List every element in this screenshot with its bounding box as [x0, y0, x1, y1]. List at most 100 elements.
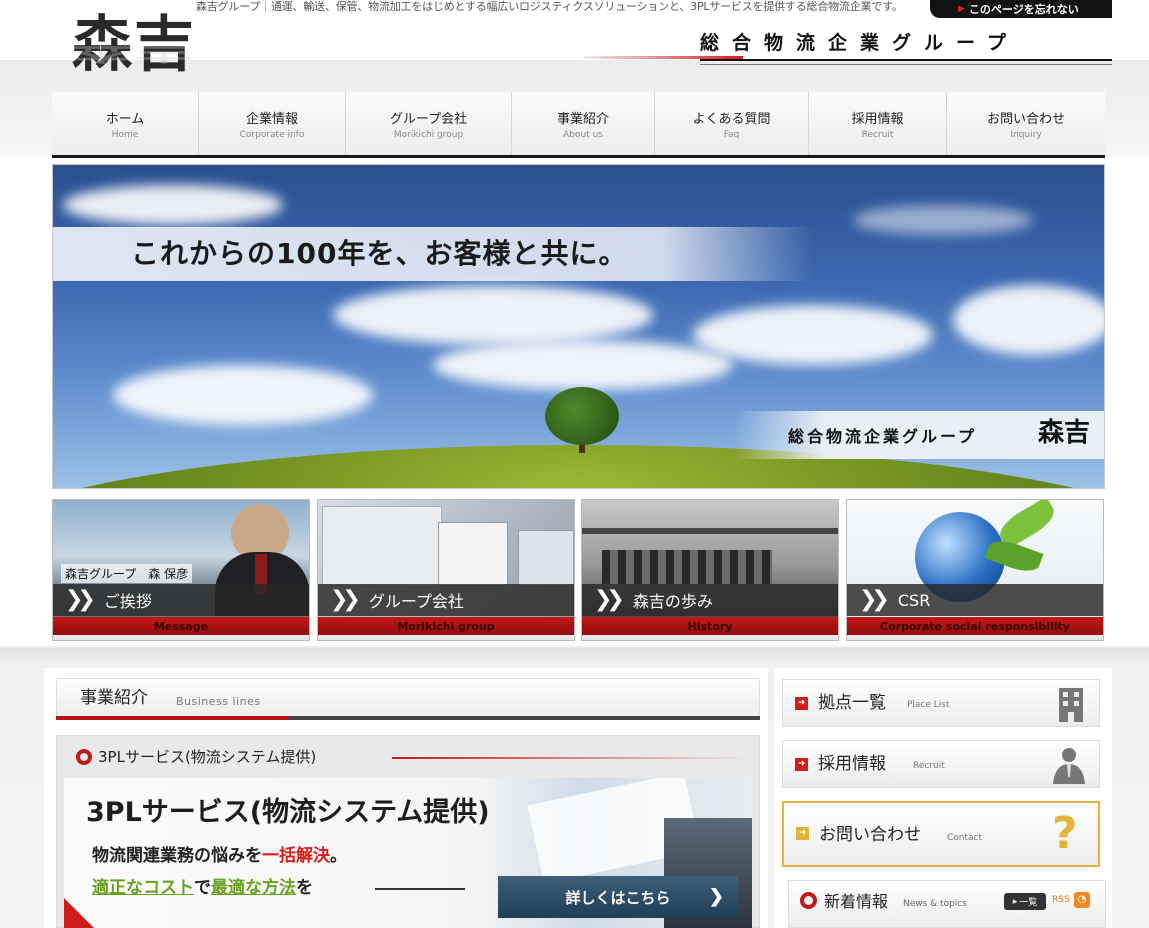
arrow-right-icon: ➜ — [796, 827, 809, 840]
cloud — [113, 365, 373, 425]
rss-icon[interactable]: ◔ — [1074, 892, 1090, 908]
service-title: 3PLサービス(物流システム提供) — [86, 797, 490, 828]
side-sublabel: Place List — [907, 700, 950, 710]
nav-label: 採用情報 — [851, 111, 904, 127]
nav-label: お問い合わせ — [986, 111, 1065, 127]
banner-bar: ❯❯ グループ会社 — [318, 584, 574, 616]
double-chevron-icon: ❯❯ — [859, 587, 890, 612]
banner-csr[interactable]: ❯❯ CSR Corporate social responsibility — [846, 499, 1104, 641]
nav-home[interactable]: ホーム Home — [52, 92, 199, 155]
banner-message[interactable]: 森吉グループ 森 保彦 ❯❯ ご挨拶 Message — [52, 499, 310, 641]
section-header — [56, 678, 760, 720]
section-subtitle: Business lines — [176, 695, 261, 708]
cloud — [63, 185, 283, 225]
nav-corporate-info[interactable]: 企業情報 Corporate info — [199, 92, 346, 155]
cloud — [953, 285, 1104, 355]
copy-rule — [375, 888, 465, 890]
header-rule-thin — [700, 64, 1112, 65]
nav-sublabel: Inquiry — [1010, 129, 1042, 140]
triangle-right-icon: ▶ — [958, 4, 965, 14]
copy-text: で — [194, 878, 211, 898]
nav-sublabel: Morikichi group — [393, 129, 464, 140]
banner-bar: ❯❯ 森吉の歩み — [582, 584, 838, 616]
nav-sublabel: Recruit — [861, 129, 894, 140]
bookmark-label: このページを忘れない — [968, 3, 1079, 16]
nav-sublabel: Corporate info — [239, 129, 305, 140]
nav-about-us[interactable]: 事業紹介 About us — [512, 92, 655, 155]
section-rule — [56, 716, 760, 720]
banner-bar: ❯❯ ご挨拶 — [53, 584, 309, 616]
copy-text: を — [296, 878, 313, 898]
rss-link[interactable]: RSS — [1052, 895, 1070, 905]
nav-label: 企業情報 — [245, 111, 298, 127]
details-button[interactable]: 詳しくはこちら ❯ — [498, 876, 738, 918]
banner-strip — [318, 635, 574, 640]
building-icon — [1059, 688, 1083, 722]
side-sublabel: Contact — [947, 833, 983, 843]
details-button-label: 詳しくはこちら — [565, 889, 671, 907]
side-label: 採用情報 — [818, 754, 886, 774]
truck-cab — [438, 522, 508, 586]
triangle-right-icon: ▸ — [1012, 896, 1018, 907]
question-mark-icon: ? — [1052, 808, 1078, 859]
recruit-button[interactable]: ➜ 採用情報 Recruit — [782, 740, 1100, 788]
banner-strip — [582, 635, 838, 640]
banner-strip — [53, 635, 309, 640]
banner-sublabel: Message — [53, 617, 309, 637]
circle-bullet-icon — [800, 892, 817, 909]
news-subtitle: News & topics — [903, 899, 967, 909]
nav-group[interactable]: グループ会社 Morikichi group — [346, 92, 512, 155]
service-copy-line2: 適正なコストで最適な方法を — [92, 876, 313, 900]
header-rule — [700, 59, 1112, 61]
nav-label: よくある質問 — [692, 111, 771, 127]
banner-group[interactable]: ❯❯ グループ会社 Morikichi group — [317, 499, 575, 641]
corner-accent — [64, 898, 94, 928]
nav-label: 事業紹介 — [556, 111, 609, 127]
people-silhouettes — [602, 550, 772, 584]
nav-sublabel: Faq — [723, 129, 740, 140]
copy-highlight: 適正なコスト — [92, 878, 194, 898]
hero-visual: これからの100年を、お客様と共に。 総合物流企業グループ 森吉 — [52, 164, 1105, 489]
circle-bullet-icon — [76, 749, 92, 765]
nav-inquiry[interactable]: お問い合わせ Inquiry — [947, 92, 1105, 155]
nav-recruit[interactable]: 採用情報 Recruit — [809, 92, 947, 155]
arrow-right-icon: ➜ — [795, 758, 808, 771]
nav-label: ホーム — [105, 111, 145, 127]
double-chevron-icon: ❯❯ — [65, 587, 96, 612]
side-label: 拠点一覧 — [818, 693, 886, 713]
truck-body — [322, 506, 442, 586]
news-list-button[interactable]: ▸ 一覧 — [1004, 893, 1046, 910]
news-list-label: 一覧 — [1019, 898, 1038, 908]
copy-text: 物流関連業務の悩みを — [92, 846, 262, 866]
nav-sublabel: Home — [111, 129, 139, 140]
tree — [545, 387, 619, 445]
banner-sublabel: History — [582, 617, 838, 637]
copy-emphasis: 一括解決 — [262, 846, 330, 866]
banner-history[interactable]: ❯❯ 森吉の歩み History — [581, 499, 839, 641]
contact-button[interactable]: ➜ お問い合わせ Contact ? — [782, 801, 1100, 867]
news-title: 新着情報 — [824, 892, 889, 911]
nav-faq[interactable]: よくある質問 Faq — [655, 92, 809, 155]
double-chevron-icon: ❯❯ — [594, 587, 625, 612]
banner-label: CSR — [897, 590, 931, 610]
banner-strip — [847, 635, 1103, 640]
banner-label: ご挨拶 — [103, 592, 152, 611]
site-tagline: 森吉グループ｜通運、輸送、保管、物流加工をはじめとする幅広いロジスティクスソリュ… — [196, 0, 903, 13]
arrow-right-icon: ➜ — [795, 697, 808, 710]
side-sublabel: Recruit — [913, 761, 945, 771]
place-list-button[interactable]: ➜ 拠点一覧 Place List — [782, 679, 1100, 727]
cloud — [333, 285, 653, 345]
logo-reflection: 森吉 — [72, 46, 196, 64]
site-logo[interactable]: 森吉 — [72, 12, 196, 78]
double-chevron-icon: ❯❯ — [330, 587, 361, 612]
bookmark-link[interactable]: ▶ このページを忘れない — [930, 0, 1112, 18]
copy-text: 。 — [330, 846, 347, 866]
service-heading: 3PLサービス(物流システム提供) — [98, 748, 317, 766]
banner-label: グループ会社 — [368, 592, 464, 611]
person-icon — [1053, 748, 1085, 784]
banner-label: 森吉の歩み — [632, 592, 713, 611]
nav-label: グループ会社 — [389, 111, 468, 127]
cloud — [693, 305, 933, 365]
hero-group-name: 森吉 — [1038, 418, 1091, 448]
service-heading-rule — [392, 757, 752, 759]
